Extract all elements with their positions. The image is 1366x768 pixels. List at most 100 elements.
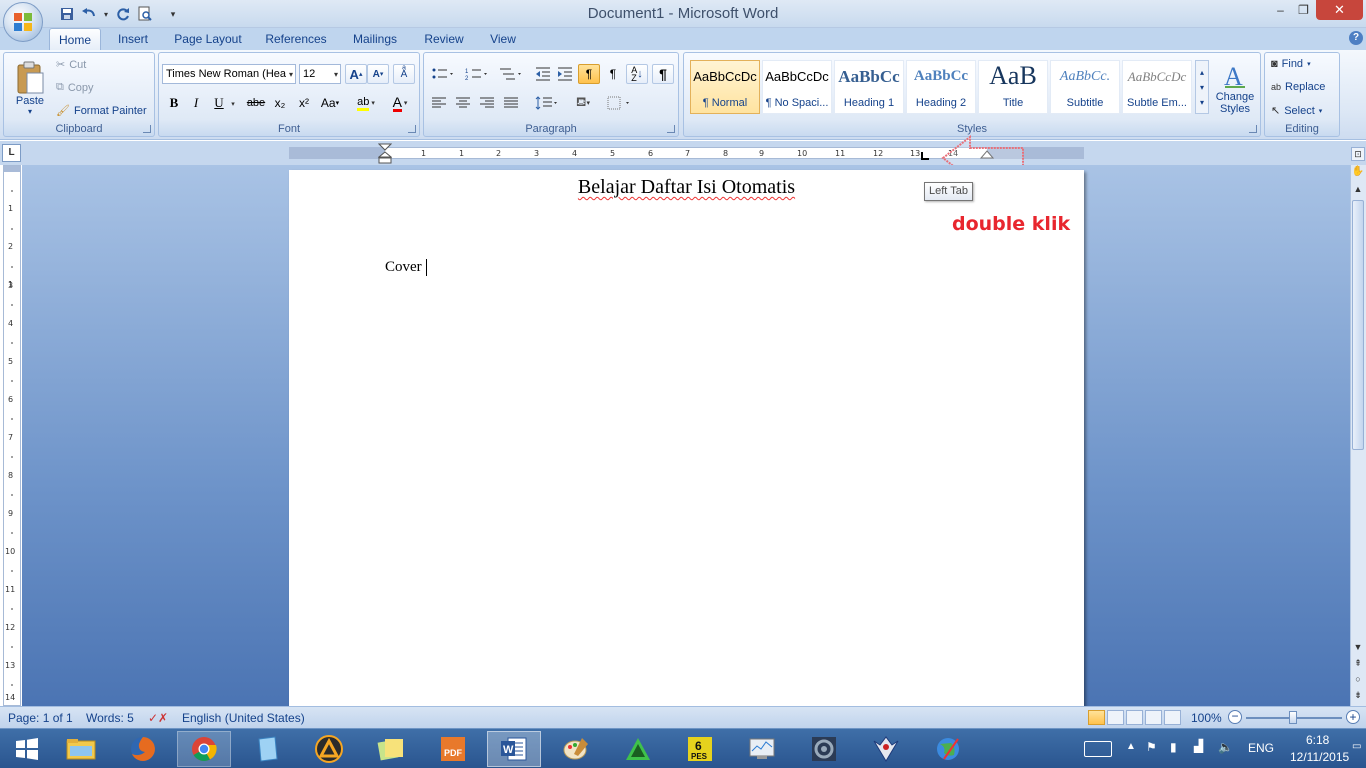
tab-review[interactable]: Review	[416, 28, 472, 50]
italic-button[interactable]: I	[186, 93, 206, 113]
bullets-button[interactable]	[428, 64, 458, 84]
style-heading-2[interactable]: AaBbCc Heading 2	[906, 60, 976, 114]
numbering-button[interactable]: 12	[462, 64, 492, 84]
office-button[interactable]	[3, 2, 43, 42]
vertical-ruler[interactable]: 1 1 2 3 4 5 6 7 8 9 10 11 12 13 14	[3, 165, 21, 706]
decrease-indent-button[interactable]	[532, 64, 554, 84]
scroll-down-icon[interactable]: ▼	[1351, 642, 1365, 656]
paste-button[interactable]: Paste ▾	[8, 55, 52, 121]
align-right-button[interactable]	[476, 93, 498, 113]
zoom-out-icon[interactable]: −	[1228, 710, 1242, 724]
font-size-combo[interactable]: 12 ▾	[299, 64, 341, 84]
align-left-button[interactable]	[428, 93, 450, 113]
change-case-button[interactable]: Aa ▾	[317, 93, 343, 113]
rtl-direction-button[interactable]: ¶	[602, 64, 624, 84]
justify-button[interactable]	[500, 93, 522, 113]
aimp-icon[interactable]	[302, 731, 356, 767]
left-tab-stop-icon[interactable]	[920, 151, 930, 161]
underline-button[interactable]: U	[209, 93, 229, 113]
network-globe-icon[interactable]	[921, 731, 975, 767]
show-notifications-icon[interactable]: ▭	[1352, 741, 1361, 752]
style-normal[interactable]: AaBbCcDc ¶ Normal	[690, 60, 760, 114]
shading-button[interactable]: ⛾ ▾	[568, 93, 598, 113]
multilevel-list-button[interactable]	[496, 64, 526, 84]
font-name-combo[interactable]: Times New Roman (Hea ▾	[162, 64, 296, 84]
signal-icon[interactable]: ▟	[1194, 739, 1203, 753]
battery-icon[interactable]: ▮	[1170, 740, 1177, 754]
language-status[interactable]: English (United States)	[182, 711, 305, 725]
input-language[interactable]: ENG	[1248, 741, 1274, 755]
vertical-scroll-thumb[interactable]	[1352, 200, 1364, 450]
tab-page-layout[interactable]: Page Layout	[168, 28, 248, 50]
font-color-button[interactable]: A ▾	[385, 93, 415, 113]
tab-references[interactable]: References	[258, 28, 334, 50]
document-body[interactable]: Cover	[385, 259, 427, 277]
pes-icon[interactable]: 6 PES	[673, 731, 727, 767]
sticky-notes-icon[interactable]	[364, 731, 418, 767]
style-no-spacing[interactable]: AaBbCcDc ¶ No Spaci...	[762, 60, 832, 114]
camtasia-icon[interactable]	[611, 731, 665, 767]
line-spacing-button[interactable]	[532, 93, 562, 113]
pan-icon[interactable]: ✋	[1351, 166, 1365, 180]
document-page[interactable]: Belajar Daftar Isi Otomatis Cover	[289, 170, 1084, 710]
superscript-button[interactable]: x²	[293, 93, 315, 113]
zoom-level[interactable]: 100%	[1191, 711, 1222, 725]
maximize-button[interactable]: ❐	[1290, 0, 1317, 20]
start-windows-icon[interactable]	[0, 731, 54, 767]
highlight-button[interactable]: ab ▾	[351, 93, 381, 113]
firefox-icon[interactable]	[116, 731, 170, 767]
style-heading-1[interactable]: AaBbCc Heading 1	[834, 60, 904, 114]
styles-launcher-icon[interactable]	[1249, 125, 1257, 133]
borders-button[interactable]	[604, 93, 634, 113]
gallery-down-icon[interactable]: ▾	[1200, 83, 1204, 92]
style-subtitle[interactable]: AaBbCc. Subtitle	[1050, 60, 1120, 114]
find-button[interactable]: ◙ Find ▾	[1271, 58, 1311, 70]
next-page-icon[interactable]: ⇟	[1351, 690, 1365, 704]
close-button[interactable]: ✕	[1316, 0, 1363, 20]
draft-view-icon[interactable]	[1164, 710, 1181, 725]
bold-button[interactable]: B	[164, 93, 184, 113]
clipboard-launcher-icon[interactable]	[143, 125, 151, 133]
resource-monitor-icon[interactable]	[735, 731, 789, 767]
zoom-slider-thumb[interactable]	[1289, 711, 1297, 724]
file-explorer-icon[interactable]	[54, 731, 108, 767]
proofing-icon[interactable]: ✓✗	[148, 711, 168, 725]
help-icon[interactable]: ?	[1349, 31, 1363, 45]
gallery-up-icon[interactable]: ▴	[1200, 68, 1204, 77]
indent-marker-icon[interactable]	[378, 143, 392, 165]
clock-time[interactable]: 6:18	[1306, 733, 1329, 747]
zoom-in-icon[interactable]: +	[1346, 710, 1360, 724]
paragraph-launcher-icon[interactable]	[667, 125, 675, 133]
cut-button[interactable]: ✂ Cut	[56, 58, 86, 72]
change-styles-button[interactable]: A Change Styles	[1211, 57, 1259, 119]
select-browse-object-icon[interactable]: ○	[1351, 674, 1365, 688]
show-hidden-icons-icon[interactable]: ▲	[1126, 741, 1136, 752]
subscript-button[interactable]: x₂	[269, 93, 291, 113]
chrome-icon[interactable]	[177, 731, 231, 767]
paint-icon[interactable]	[549, 731, 603, 767]
touch-keyboard-icon[interactable]	[1084, 741, 1112, 757]
outline-view-icon[interactable]	[1145, 710, 1162, 725]
scroll-up-icon[interactable]: ▲	[1351, 184, 1365, 198]
style-title[interactable]: AaB Title	[978, 60, 1048, 114]
disk-utility-icon[interactable]	[797, 731, 851, 767]
align-center-button[interactable]	[452, 93, 474, 113]
format-painter-button[interactable]: 🖌 Format Painter	[56, 104, 147, 118]
replace-button[interactable]: ab Replace	[1271, 81, 1325, 93]
notepad-icon[interactable]	[240, 731, 294, 767]
action-center-flag-icon[interactable]: ⚑	[1146, 740, 1157, 754]
full-screen-reading-icon[interactable]	[1107, 710, 1124, 725]
pdf-icon[interactable]: PDF	[426, 731, 480, 767]
grow-font-button[interactable]: A ▴	[345, 64, 367, 84]
tab-insert[interactable]: Insert	[108, 28, 158, 50]
strikethrough-button[interactable]: abe	[245, 93, 267, 113]
ltr-direction-button[interactable]: ¶	[578, 64, 600, 84]
styles-gallery-scroll[interactable]: ▴ ▾ ▾	[1195, 60, 1209, 114]
style-subtle-emphasis[interactable]: AaBbCcDc Subtle Em...	[1122, 60, 1192, 114]
previous-page-icon[interactable]: ⇞	[1351, 658, 1365, 672]
show-hide-marks-button[interactable]: ¶	[652, 64, 674, 84]
shrink-font-button[interactable]: A ▾	[367, 64, 389, 84]
view-ruler-icon[interactable]: ⊡	[1351, 147, 1365, 161]
gallery-more-icon[interactable]: ▾	[1200, 98, 1204, 107]
tab-home[interactable]: Home	[49, 28, 101, 50]
